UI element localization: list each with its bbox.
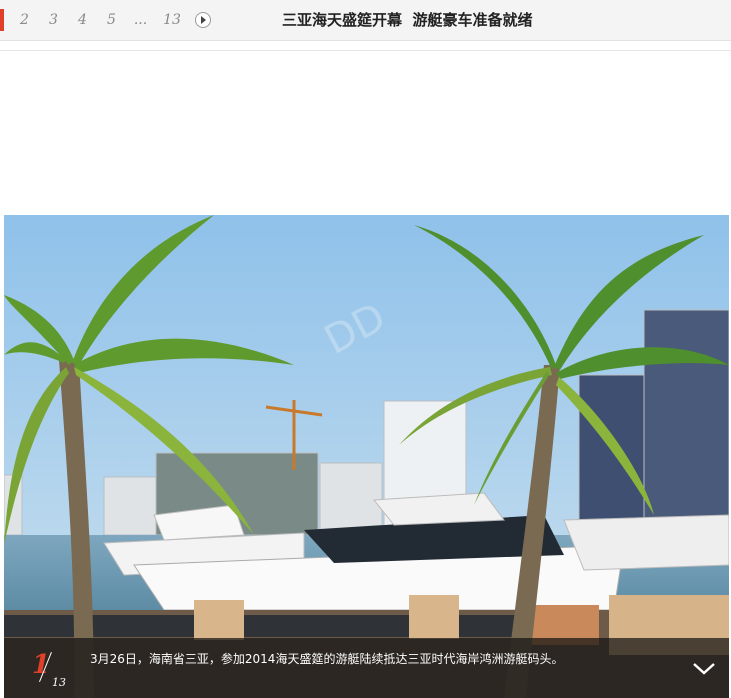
next-arrow-icon[interactable]	[195, 12, 211, 28]
page-link-3[interactable]: 3	[39, 12, 68, 28]
caption-bar: 1 13 3月26日，海南省三亚，参加2014海天盛筵的游艇陆续抵达三亚时代海岸…	[4, 638, 729, 698]
page-ellipsis: ...	[133, 12, 148, 28]
photo-scene: DD	[4, 215, 729, 698]
divider	[0, 50, 731, 51]
pillar	[194, 600, 244, 640]
accent-marker	[0, 9, 4, 31]
page-title: 三亚海天盛筵开幕 游艇豪车准备就绪	[282, 11, 533, 29]
pager: 2 3 4 5 ... 13	[10, 0, 211, 40]
page-link-4[interactable]: 4	[68, 12, 97, 28]
total-slides: 13	[52, 676, 66, 689]
slide-photo[interactable]: DD 1 13 3月26日，海南省三亚，参加2014海天盛筵的游艇陆续抵达三亚时…	[4, 215, 729, 698]
caption-text: 3月26日，海南省三亚，参加2014海天盛筵的游艇陆续抵达三亚时代海岸鸿洲游艇码…	[90, 652, 564, 666]
top-bar: 2 3 4 5 ... 13 三亚海天盛筵开幕 游艇豪车准备就绪	[0, 0, 731, 41]
page-link-5[interactable]: 5	[97, 12, 126, 28]
page-link-13[interactable]: 13	[155, 12, 189, 28]
page-link-2[interactable]: 2	[10, 12, 39, 28]
pillar	[409, 595, 459, 639]
chevron-down-icon[interactable]	[691, 656, 717, 680]
